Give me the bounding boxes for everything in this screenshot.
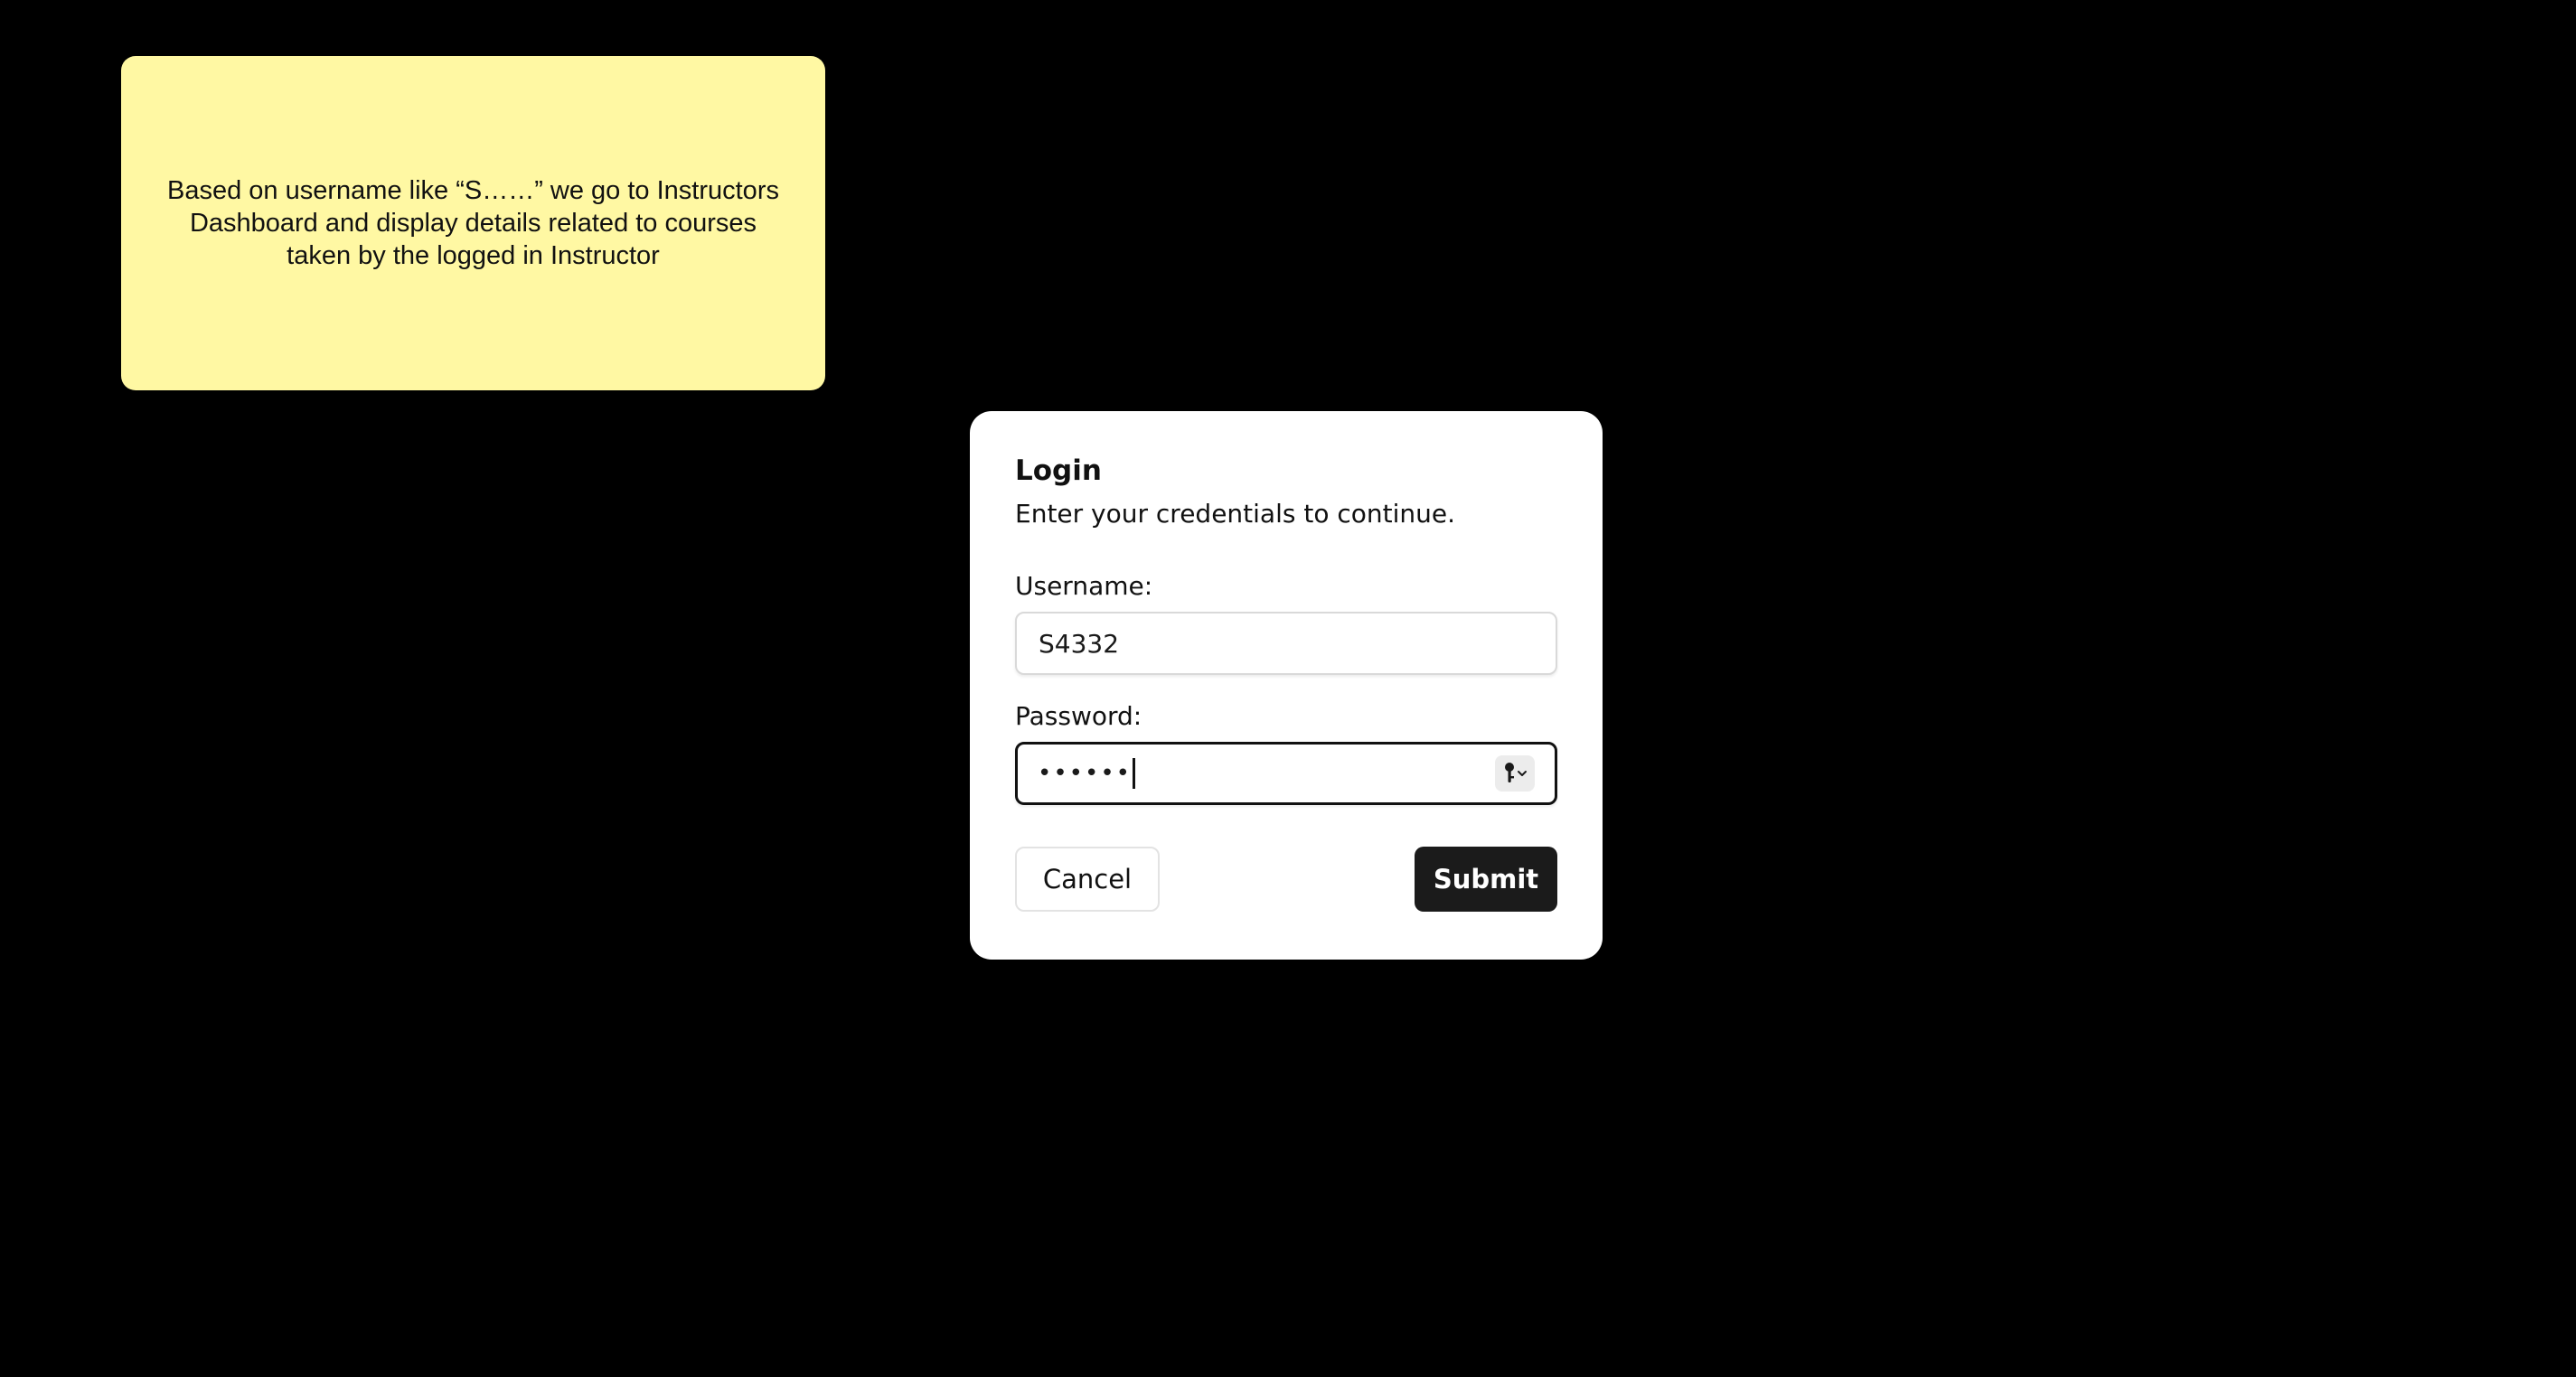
username-value: S4332	[1039, 628, 1120, 659]
chevron-down-icon	[1518, 771, 1527, 776]
password-input[interactable]: ••••••	[1015, 742, 1557, 805]
username-label: Username:	[1015, 571, 1153, 601]
username-input[interactable]: S4332	[1015, 612, 1557, 675]
key-icon	[1505, 763, 1527, 782]
submit-button[interactable]: Submit	[1415, 847, 1557, 912]
dialog-actions: Cancel Submit	[1015, 847, 1557, 912]
password-manager-button[interactable]	[1495, 755, 1535, 792]
dialog-title: Login	[1015, 454, 1102, 487]
password-label: Password:	[1015, 701, 1142, 731]
login-dialog: Login Enter your credentials to continue…	[970, 411, 1603, 960]
cancel-button[interactable]: Cancel	[1015, 847, 1160, 912]
sticky-note: Based on username like “S……” we go to In…	[121, 56, 825, 390]
dialog-subtitle: Enter your credentials to continue.	[1015, 499, 1456, 529]
sticky-note-text: Based on username like “S……” we go to In…	[167, 176, 779, 270]
text-caret	[1133, 758, 1136, 789]
password-value: ••••••	[1038, 760, 1133, 787]
